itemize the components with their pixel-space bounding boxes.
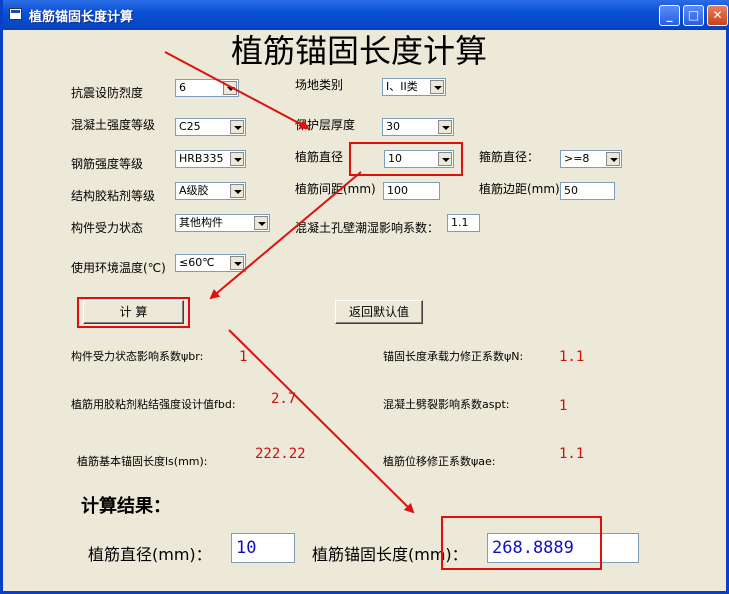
psi-n-value: 1.1: [559, 349, 585, 365]
temperature-label: 使用环境温度(℃): [71, 261, 166, 275]
edge-label: 植筋边距(mm): [479, 182, 560, 196]
humidity-label: 混凝土孔壁潮湿影响系数：: [295, 221, 440, 235]
concrete-select[interactable]: C25: [175, 118, 246, 136]
psi-ae-label: 植筋位移修正系数ψae:: [383, 455, 496, 468]
concrete-value: C25: [179, 120, 201, 133]
rebar-grade-select[interactable]: HRB335: [175, 150, 246, 168]
result-length-highlight: [441, 516, 602, 570]
cover-label: 保护层厚度: [295, 118, 356, 132]
stress-state-select[interactable]: 其他构件: [175, 214, 270, 232]
seismic-select[interactable]: 6: [175, 79, 239, 97]
psi-br-value: 1: [239, 349, 248, 365]
psi-n-label: 锚固长度承载力修正系数ψN:: [383, 350, 524, 363]
reset-defaults-button[interactable]: 返回默认值: [335, 300, 423, 324]
temperature-select[interactable]: ≤60℃: [175, 254, 246, 272]
chevron-down-icon[interactable]: [606, 152, 620, 166]
fbd-label: 植筋用胶粘剂粘结强度设计值fbd:: [71, 398, 236, 411]
chevron-down-icon[interactable]: [230, 184, 244, 198]
page-title: 植筋锚固长度计算: [231, 32, 488, 70]
aspt-label: 混凝土劈裂影响系数aspt:: [383, 398, 510, 411]
adhesive-select[interactable]: A级胶: [175, 182, 246, 200]
close-button[interactable]: ✕: [707, 5, 728, 26]
site-class-value: I、II类: [386, 80, 418, 93]
adhesive-label: 结构胶粘剂等级: [71, 189, 156, 203]
humidity-input[interactable]: 1.1: [447, 214, 480, 232]
cover-value: 30: [386, 120, 400, 133]
spacing-label: 植筋间距(mm): [295, 182, 376, 196]
psi-ae-value: 1.1: [559, 446, 585, 462]
temperature-value: ≤60℃: [179, 256, 215, 269]
ls-value: 222.22: [255, 446, 306, 462]
aspt-value: 1: [559, 398, 568, 414]
seismic-value: 6: [179, 81, 186, 94]
rebar-grade-label: 钢筋强度等级: [71, 157, 144, 171]
chevron-down-icon[interactable]: [230, 256, 244, 270]
seismic-label: 抗震设防烈度: [71, 86, 144, 100]
chevron-down-icon[interactable]: [230, 152, 244, 166]
chevron-down-icon[interactable]: [223, 81, 237, 95]
concrete-label: 混凝土强度等级: [71, 118, 156, 132]
result-title: 计算结果：: [81, 496, 171, 517]
maximize-button[interactable]: □: [683, 5, 704, 26]
spacing-input[interactable]: 100: [383, 182, 440, 200]
stress-state-label: 构件受力状态: [71, 221, 144, 235]
result-diameter-label: 植筋直径(mm)：: [88, 545, 212, 564]
chevron-down-icon[interactable]: [254, 216, 268, 230]
ls-label: 植筋基本锚固长度ls(mm):: [77, 455, 208, 468]
stress-state-value: 其他构件: [179, 216, 223, 229]
rebar-diameter-label: 植筋直径: [295, 150, 344, 164]
chevron-down-icon[interactable]: [230, 120, 244, 134]
site-class-label: 场地类别: [295, 78, 344, 92]
calculate-highlight: [77, 297, 190, 328]
result-diameter-output[interactable]: 10: [231, 533, 295, 563]
psi-br-label: 构件受力状态影响系数ψbr:: [71, 350, 204, 363]
cover-select[interactable]: 30: [382, 118, 454, 136]
rebar-grade-value: HRB335: [179, 152, 224, 165]
site-class-select[interactable]: I、II类: [382, 78, 446, 96]
window-title: 植筋锚固长度计算: [29, 10, 134, 25]
rebar-diameter-highlight: [349, 142, 463, 176]
minimize-button[interactable]: _: [659, 5, 680, 26]
chevron-down-icon[interactable]: [438, 120, 452, 134]
adhesive-value: A级胶: [179, 184, 209, 197]
app-icon[interactable]: [9, 8, 22, 20]
stirrup-select[interactable]: >=8: [560, 150, 622, 168]
stirrup-label: 箍筋直径：: [479, 150, 540, 164]
fbd-value: 2.7: [271, 391, 297, 407]
chevron-down-icon[interactable]: [430, 80, 444, 94]
stirrup-value: >=8: [564, 152, 590, 165]
app-window: 植筋锚固长度计算 _ □ ✕ 植筋锚固长度计算 抗震设防烈度 6 场地类别 I、…: [0, 0, 729, 594]
edge-input[interactable]: 50: [560, 182, 615, 200]
